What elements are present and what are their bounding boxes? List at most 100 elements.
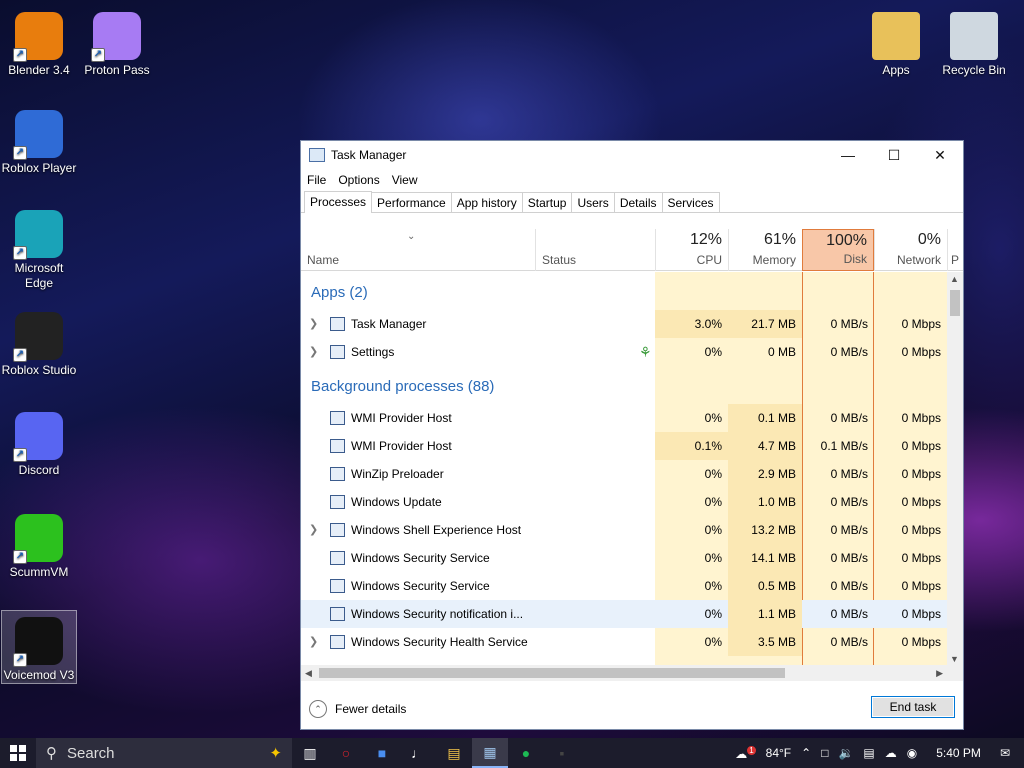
tab-users[interactable]: Users — [571, 192, 615, 212]
network-value: 0 Mbps — [901, 317, 941, 331]
process-row[interactable]: Windows Security notification i... 0% 1.1 … — [301, 600, 947, 628]
menu-file[interactable]: File — [307, 173, 326, 187]
disk-value: 0 MB/s — [830, 523, 868, 537]
cloud-icon[interactable]: ☁ — [885, 746, 897, 760]
piano-icon[interactable]: ♩ — [400, 738, 436, 768]
chevron-up-tray-icon[interactable]: ⌃ — [801, 746, 811, 760]
cpu-percent: 12% — [689, 231, 722, 248]
desktop-icon[interactable]: ↗ Blender 3.4 — [1, 6, 77, 78]
col-name[interactable]: ⌄ Name — [301, 229, 535, 271]
col-cpu[interactable]: 12% CPU — [655, 229, 728, 271]
process-icon — [330, 551, 345, 565]
process-row[interactable]: WMI Provider Host 0% 0.1 MB 0 MB/s 0 Mbps — [301, 404, 947, 432]
file-explorer-icon[interactable]: ▤ — [436, 738, 472, 768]
tab-performance[interactable]: Performance — [371, 192, 452, 212]
memory-value: 0 MB — [767, 345, 796, 359]
disk-label: Disk — [843, 252, 867, 266]
process-row[interactable]: ❯ Windows Shell Experience Host 0% 13.2 MB 0… — [301, 516, 947, 544]
volume-icon[interactable]: 🔉 — [838, 746, 853, 760]
tablet-icon[interactable]: □ — [821, 746, 828, 760]
expand-chevron-icon[interactable]: ❯ — [309, 338, 318, 366]
menu-view[interactable]: View — [392, 173, 418, 187]
maximize-button[interactable]: ☐ — [871, 141, 917, 169]
close-button[interactable]: ✕ — [917, 141, 963, 169]
search-box[interactable]: ⚲ Search ✦ — [36, 738, 292, 768]
process-name: WinZip Preloader — [351, 467, 444, 481]
process-row[interactable]: WinZip Preloader 0% 2.9 MB 0 MB/s 0 Mbps — [301, 460, 947, 488]
disk-value: 0 MB/s — [830, 411, 868, 425]
expand-chevron-icon[interactable]: ❯ — [309, 628, 318, 656]
proton-pass-icon: ↗ — [91, 12, 141, 62]
tab-processes[interactable]: Processes — [304, 191, 373, 213]
col-disk[interactable]: 100% Disk — [802, 229, 874, 271]
minimize-button[interactable]: — — [825, 141, 871, 169]
disk-value: 0 MB/s — [830, 467, 868, 481]
title-bar[interactable]: Task Manager — ☐ ✕ — [301, 141, 963, 169]
process-row[interactable]: WMI Provider Host 0.1% 4.7 MB 0.1 MB/s 0 Mbp… — [301, 432, 947, 460]
opera-icon[interactable]: ○ — [328, 738, 364, 768]
fewer-details-link[interactable]: Fewer details — [335, 702, 406, 716]
desktop-icon-label: ScummVM — [9, 565, 69, 579]
desktop-icon[interactable]: ↗ Microsoft Edge — [1, 204, 77, 291]
network-value: 0 Mbps — [901, 635, 941, 649]
roblox-icon[interactable]: ■ — [364, 738, 400, 768]
notification-icon[interactable]: ✉ — [1000, 746, 1010, 760]
expand-chevron-icon[interactable]: ❯ — [309, 516, 318, 544]
desktop-icon[interactable]: ↗ Roblox Player — [1, 104, 77, 176]
desktop-icon[interactable]: ↗ ScummVM — [1, 508, 77, 580]
expand-chevron-icon[interactable]: ❯ — [309, 310, 318, 338]
unknown-app-icon[interactable]: ▪ — [544, 738, 580, 768]
network-value: 0 Mbps — [901, 411, 941, 425]
process-row[interactable]: Windows Security Service 0% 0.5 MB 0 MB/s 0 … — [301, 572, 947, 600]
scroll-left-icon[interactable]: ◀ — [305, 668, 312, 679]
scroll-down-icon[interactable]: ▼ — [950, 654, 959, 664]
desktop-icon-label: Blender 3.4 — [8, 63, 70, 77]
vertical-scroll-thumb[interactable] — [950, 290, 960, 316]
scroll-right-icon[interactable]: ▶ — [936, 668, 943, 679]
weather-icon[interactable]: ☁ 1 — [735, 745, 756, 761]
col-more[interactable]: P — [947, 229, 963, 271]
process-name: Task Manager — [351, 317, 427, 331]
col-status[interactable]: Status — [535, 229, 655, 271]
cpu-value: 0.1% — [655, 432, 728, 460]
process-row[interactable]: ❯ Windows Security Health Service 0% 3.5 MB… — [301, 628, 947, 656]
process-row[interactable]: ❯ Task Manager 3.0% 21.7 MB 0 MB/s 0 Mbps — [301, 310, 947, 338]
horizontal-scrollbar[interactable]: ◀ ▶ — [301, 665, 963, 681]
desktop-icon[interactable]: ↗ Roblox Studio — [1, 306, 77, 378]
scroll-up-icon[interactable]: ▲ — [950, 274, 959, 284]
chevron-up-icon[interactable]: ⌃ — [309, 700, 327, 718]
desktop-icon-label: Microsoft Edge — [14, 261, 64, 290]
disk-value: 0 MB/s — [830, 607, 868, 621]
weather-temp[interactable]: 84°F — [766, 746, 791, 760]
tab-services[interactable]: Services — [661, 192, 720, 212]
tab-details[interactable]: Details — [613, 192, 663, 212]
tab-app-history[interactable]: App history — [450, 192, 523, 212]
desktop-icon[interactable]: Apps — [858, 6, 934, 78]
tab-startup[interactable]: Startup — [521, 192, 573, 212]
clock[interactable]: 5:40 PM — [936, 746, 981, 760]
end-task-button[interactable]: End task — [871, 696, 955, 718]
network-icon[interactable]: ▤ — [863, 746, 874, 760]
menu-options[interactable]: Options — [338, 173, 379, 187]
spotify-icon[interactable]: ● — [508, 738, 544, 768]
cpu-value: 0% — [704, 523, 722, 537]
desktop-icon[interactable]: ↗ Discord — [1, 406, 77, 478]
task-manager-icon[interactable]: ▦ — [472, 738, 508, 768]
process-row[interactable]: ❯ Settings ⚘ 0% 0 MB 0 MB/s 0 Mbps — [301, 338, 947, 366]
col-network[interactable]: 0% Network — [874, 229, 947, 271]
desktop-icon[interactable]: ↗ Voicemod V3 — [1, 610, 77, 684]
vertical-scrollbar[interactable]: ▲ ▼ — [947, 272, 963, 666]
process-row[interactable]: Windows Security Service 0% 14.1 MB 0 MB/s 0… — [301, 544, 947, 572]
horizontal-scroll-thumb[interactable] — [319, 668, 785, 678]
desktop-icon[interactable]: Recycle Bin — [936, 6, 1012, 78]
column-header: ⌄ Name Status 12% CPU 61% Memory 100% Di… — [301, 229, 963, 271]
col-memory[interactable]: 61% Memory — [728, 229, 802, 271]
start-button[interactable] — [0, 738, 36, 768]
meet-icon[interactable]: ◉ — [907, 746, 917, 760]
process-row[interactable]: Windows Update 0% 1.0 MB 0 MB/s 0 Mbps — [301, 488, 947, 516]
network-value: 0 Mbps — [901, 345, 941, 359]
network-percent: 0% — [917, 231, 941, 248]
network-value: 0 Mbps — [901, 551, 941, 565]
desktop-icon[interactable]: ↗ Proton Pass — [79, 6, 155, 78]
task-view-icon[interactable]: ▥ — [292, 738, 328, 768]
